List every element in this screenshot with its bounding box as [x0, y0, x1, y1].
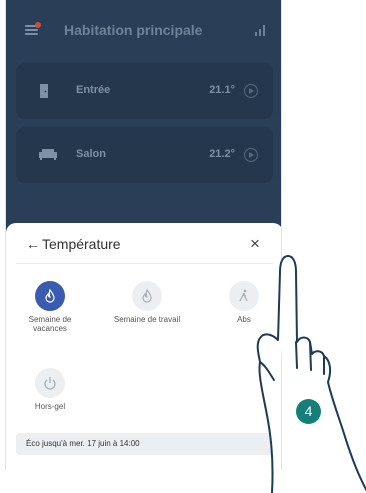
power-icon: [44, 377, 56, 390]
mode-label: Hors-gel: [34, 402, 66, 411]
flame-icon: [45, 289, 55, 303]
room-name: Salon: [76, 148, 106, 160]
mode-semaine-vacances[interactable]: Semaine de vacances: [16, 281, 84, 333]
mode-icon-circle: [132, 281, 162, 311]
room-name: Entrée: [76, 84, 111, 96]
room-temperature: 21.1°: [209, 84, 235, 96]
mode-icon-circle: [35, 281, 65, 311]
mode-label: Semaine de vacances: [28, 315, 72, 333]
status-text: Éco jusqu'à mer. 17 juin à 14:00: [26, 439, 140, 448]
mode-hors-gel[interactable]: Hors-gel: [16, 368, 84, 411]
room-temperature: 21.2°: [209, 148, 235, 160]
room-card-entree[interactable]: Entrée 21.1°: [16, 63, 273, 119]
play-icon[interactable]: [244, 84, 258, 98]
mode-semaine-travail[interactable]: Semaine de travail: [113, 281, 181, 324]
mode-icon-circle: [35, 368, 65, 398]
step-number-badge: 4: [296, 399, 321, 424]
hamburger-menu-icon[interactable]: [25, 22, 41, 36]
top-bar: Habitation principale: [6, 0, 281, 60]
flame-icon: [142, 289, 152, 303]
sofa-icon: [39, 149, 57, 160]
play-icon[interactable]: [244, 148, 258, 162]
room-card-salon[interactable]: Salon 21.2°: [16, 127, 273, 183]
back-arrow-icon[interactable]: ←: [26, 236, 40, 252]
bar-chart-icon[interactable]: [255, 25, 267, 36]
mode-label: Semaine de travail: [113, 315, 181, 324]
door-icon: [40, 84, 48, 98]
notification-dot: [35, 22, 41, 28]
page-title: Habitation principale: [64, 22, 203, 38]
pointing-hand-illustration: [256, 255, 366, 493]
sheet-title: Température: [42, 236, 121, 252]
